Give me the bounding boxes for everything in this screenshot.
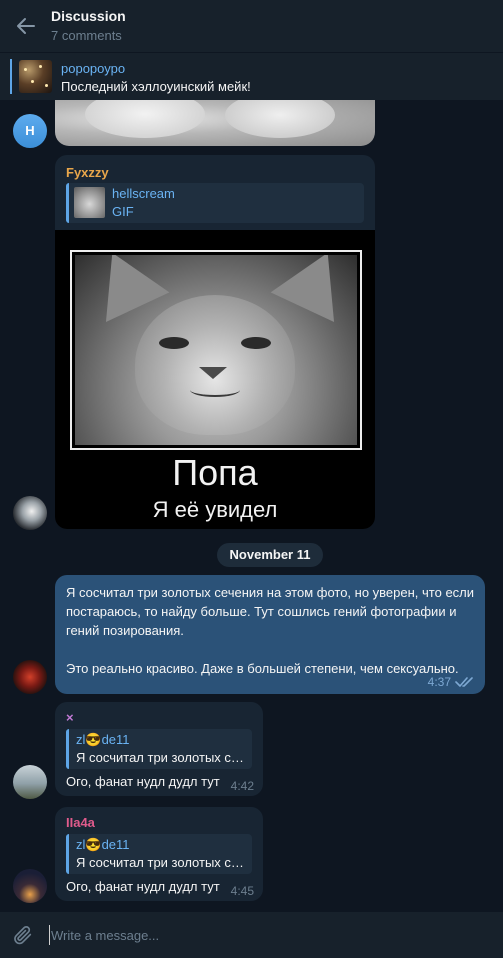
reply-author: hellscream: [112, 186, 175, 201]
reply-type: GIF: [112, 204, 134, 219]
paperclip-icon[interactable]: [12, 924, 34, 946]
quoted-message[interactable]: zl😎de11 Я сосчитал три золотых сечения н…: [66, 729, 252, 769]
pinned-post[interactable]: роророуро Последний хэллоуинский мейк!: [0, 53, 503, 100]
reply-message[interactable]: IIa4a zl😎de11 Я сосчитал три золотых сеч…: [55, 807, 263, 901]
gif-media[interactable]: Попа Я её увидел: [55, 230, 375, 529]
avatar[interactable]: [13, 496, 47, 530]
gif-title: Попа: [172, 452, 258, 493]
gif-caption: Я её увидел: [152, 497, 278, 522]
message-text: Я сосчитал три золотых сечения на этом ф…: [66, 585, 475, 676]
avatar[interactable]: [13, 660, 47, 694]
reply-preview[interactable]: hellscream GIF: [66, 183, 364, 223]
gif-frame: [70, 250, 362, 450]
message-time: 4:45: [230, 884, 254, 898]
pinned-thumbnail: [19, 60, 52, 93]
pinned-accent-bar: [10, 59, 12, 94]
message-input[interactable]: [51, 923, 471, 947]
reply-thumbnail: [74, 187, 105, 218]
reply-message[interactable]: × zl😎de11 Я сосчитал три золотых сечения…: [55, 702, 263, 796]
text-caret: [49, 925, 50, 945]
quoted-message[interactable]: zl😎de11 Я сосчитал три золотых сечения н…: [66, 834, 252, 874]
message-author[interactable]: Fyxzzy: [66, 165, 109, 180]
quoted-author: zl😎de11: [76, 837, 130, 852]
message-time: 4:42: [230, 779, 254, 793]
quoted-text: Я сосчитал три золотых сечения на этом ф…: [76, 750, 248, 765]
message-text: Ого, фанат нудл дудл тут: [66, 774, 220, 789]
message-author[interactable]: IIa4a: [66, 815, 95, 830]
message-composer: [0, 912, 503, 958]
comments-count: 7 comments: [51, 28, 122, 43]
message-time: 4:37: [427, 675, 451, 689]
double-check-icon: [455, 677, 473, 687]
message-text: Ого, фанат нудл дудл тут: [66, 879, 220, 894]
avatar[interactable]: [13, 765, 47, 799]
pinned-author: роророуро: [61, 61, 126, 76]
quoted-author: zl😎de11: [76, 732, 130, 747]
quoted-text: Я сосчитал три золотых сечения на этом ф…: [76, 855, 248, 870]
pinned-text: Последний хэллоуинский мейк!: [61, 79, 251, 94]
gif-message[interactable]: Fyxzzy hellscream GIF Попа Я её увидел: [55, 155, 375, 529]
outgoing-message[interactable]: Я сосчитал три золотых сечения на этом ф…: [55, 575, 485, 694]
avatar[interactable]: [13, 869, 47, 903]
avatar[interactable]: H: [13, 114, 47, 148]
header-title: Discussion: [51, 8, 126, 24]
cat-face: [135, 295, 295, 435]
back-arrow-icon[interactable]: [14, 14, 38, 38]
header: Discussion 7 comments: [0, 0, 503, 52]
photo-message[interactable]: [55, 100, 375, 146]
message-author[interactable]: ×: [66, 710, 74, 725]
date-separator: November 11: [217, 543, 323, 567]
